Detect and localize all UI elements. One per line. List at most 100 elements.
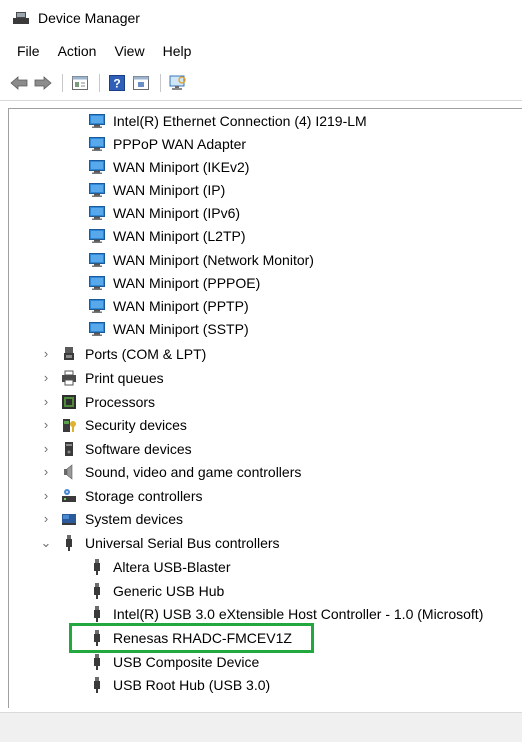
- usb-icon: [94, 582, 100, 599]
- tree-item-label: WAN Miniport (PPTP): [113, 297, 249, 314]
- tree-category-software-devices[interactable]: › Software devices: [39, 437, 192, 460]
- tree-category-security-devices[interactable]: › Security devices: [39, 413, 187, 436]
- tree-item-label: WAN Miniport (IPv6): [113, 204, 241, 221]
- toolbar-separator: [62, 74, 63, 92]
- properties-icon[interactable]: [69, 72, 91, 94]
- tree-item-usb-device-renesas[interactable]: Renesas RHADC-FMCEV1Z: [89, 626, 292, 649]
- tree-item-network-adapter[interactable]: Intel(R) Ethernet Connection (4) I219-LM: [89, 109, 367, 132]
- network-adapter-icon: [89, 136, 105, 151]
- expand-chevron-icon[interactable]: ›: [39, 394, 53, 409]
- collapse-chevron-icon[interactable]: ⌄: [39, 535, 53, 550]
- menu-file[interactable]: File: [8, 43, 49, 59]
- expand-chevron-icon[interactable]: ›: [39, 417, 53, 432]
- port-icon: [64, 346, 74, 360]
- tree-item-label: WAN Miniport (IP): [113, 181, 226, 198]
- usb-icon: [94, 653, 100, 670]
- expand-chevron-icon[interactable]: ›: [39, 370, 53, 385]
- tree-item-label: Universal Serial Bus controllers: [85, 534, 280, 551]
- toolbar: ?: [0, 70, 522, 96]
- toolbar-separator: [160, 74, 161, 92]
- help-icon[interactable]: ?: [106, 72, 128, 94]
- tree-item-label: Altera USB-Blaster: [113, 558, 231, 575]
- tree-item-usb-device[interactable]: Altera USB-Blaster: [89, 555, 230, 578]
- expand-chevron-icon[interactable]: ›: [39, 488, 53, 503]
- menu-view[interactable]: View: [105, 43, 153, 59]
- printer-icon: [62, 370, 76, 385]
- tree-item-label: WAN Miniport (IKEv2): [113, 158, 250, 175]
- tree-category-storage[interactable]: › Storage controllers: [39, 484, 203, 507]
- speaker-icon: [64, 463, 73, 480]
- storage-controller-icon: [62, 488, 76, 502]
- tree-category-ports[interactable]: › Ports (COM & LPT): [39, 342, 207, 365]
- update-driver-icon[interactable]: [130, 72, 152, 94]
- tree-item-label: Ports (COM & LPT): [85, 345, 207, 362]
- expand-chevron-icon[interactable]: ›: [39, 511, 53, 526]
- tree-item-label: Intel(R) Ethernet Connection (4) I219-LM: [113, 112, 367, 129]
- usb-icon: [94, 629, 100, 646]
- tree-category-sound[interactable]: › Sound, video and game controllers: [39, 460, 302, 483]
- forward-arrow-icon[interactable]: [32, 72, 54, 94]
- tree-item-label: Security devices: [85, 416, 187, 433]
- network-adapter-icon: [89, 275, 105, 290]
- tree-item-label: Intel(R) USB 3.0 eXtensible Host Control…: [113, 605, 484, 622]
- tree-item-usb-device[interactable]: Generic USB Hub: [89, 579, 224, 602]
- expand-chevron-icon[interactable]: ›: [39, 346, 53, 361]
- tree-item-label: WAN Miniport (Network Monitor): [113, 251, 314, 268]
- network-adapter-icon: [89, 321, 105, 336]
- status-bar: [0, 712, 522, 742]
- tree-item-usb-device[interactable]: USB Root Hub (USB 3.0): [89, 673, 270, 696]
- tree-item-label: WAN Miniport (L2TP): [113, 227, 246, 244]
- tree-item-label: USB Composite Device: [113, 653, 260, 670]
- usb-icon: [94, 605, 100, 622]
- back-arrow-icon[interactable]: [8, 72, 30, 94]
- usb-icon: [66, 534, 72, 551]
- tree-item-network-adapter[interactable]: WAN Miniport (PPTP): [89, 294, 249, 317]
- menu-bar: File Action View Help: [0, 38, 200, 64]
- menu-help[interactable]: Help: [154, 43, 201, 59]
- tree-item-network-adapter[interactable]: WAN Miniport (SSTP): [89, 317, 249, 340]
- tree-item-network-adapter[interactable]: WAN Miniport (IPv6): [89, 201, 240, 224]
- expand-chevron-icon[interactable]: ›: [39, 464, 53, 479]
- network-adapter-icon: [89, 113, 105, 128]
- tree-item-network-adapter[interactable]: PPPoP WAN Adapter: [89, 132, 246, 155]
- tree-item-network-adapter[interactable]: WAN Miniport (IP): [89, 178, 225, 201]
- tree-item-label: USB Root Hub (USB 3.0): [113, 676, 271, 693]
- tree-category-system-devices[interactable]: › System devices: [39, 507, 183, 530]
- system-device-icon: [62, 513, 76, 525]
- network-adapter-icon: [89, 159, 105, 174]
- tree-item-network-adapter[interactable]: WAN Miniport (IKEv2): [89, 155, 249, 178]
- tree-item-label: Processors: [85, 393, 156, 410]
- tree-item-label: Generic USB Hub: [113, 582, 225, 599]
- tree-item-usb-device[interactable]: USB Composite Device: [89, 650, 259, 673]
- tree-item-label: System devices: [85, 510, 184, 527]
- tree-item-label: WAN Miniport (SSTP): [113, 320, 249, 337]
- toolbar-divider: [0, 100, 522, 101]
- tree-item-network-adapter[interactable]: WAN Miniport (Network Monitor): [89, 248, 314, 271]
- tree-item-usb-device[interactable]: Intel(R) USB 3.0 eXtensible Host Control…: [89, 602, 483, 625]
- scan-hardware-icon[interactable]: [167, 72, 189, 94]
- window-title: Device Manager: [38, 10, 140, 26]
- tree-category-print-queues[interactable]: › Print queues: [39, 366, 164, 389]
- tree-item-label: Print queues: [85, 369, 164, 386]
- tree-item-label: PPPoP WAN Adapter: [113, 135, 247, 152]
- tree-item-network-adapter[interactable]: WAN Miniport (L2TP): [89, 224, 246, 247]
- toolbar-separator: [99, 74, 100, 92]
- network-adapter-icon: [89, 252, 105, 267]
- tree-item-label: Sound, video and game controllers: [85, 463, 302, 480]
- tree-category-usb-controllers[interactable]: ⌄ Universal Serial Bus controllers: [39, 531, 280, 554]
- menu-action[interactable]: Action: [49, 43, 106, 59]
- tree-category-processors[interactable]: › Processors: [39, 390, 155, 413]
- svg-text:?: ?: [113, 77, 120, 91]
- network-adapter-icon: [89, 182, 105, 197]
- tree-item-label: Software devices: [85, 440, 192, 457]
- device-tree[interactable]: Intel(R) Ethernet Connection (4) I219-LM…: [8, 108, 522, 708]
- usb-icon: [94, 558, 100, 575]
- expand-chevron-icon[interactable]: ›: [39, 441, 53, 456]
- title-bar: Device Manager: [0, 0, 522, 36]
- security-device-icon: [63, 418, 76, 432]
- tree-item-label: Storage controllers: [85, 487, 203, 504]
- software-device-icon: [65, 441, 73, 456]
- tree-item-label: WAN Miniport (PPPOE): [113, 274, 261, 291]
- tree-item-network-adapter[interactable]: WAN Miniport (PPPOE): [89, 271, 260, 294]
- network-adapter-icon: [89, 228, 105, 243]
